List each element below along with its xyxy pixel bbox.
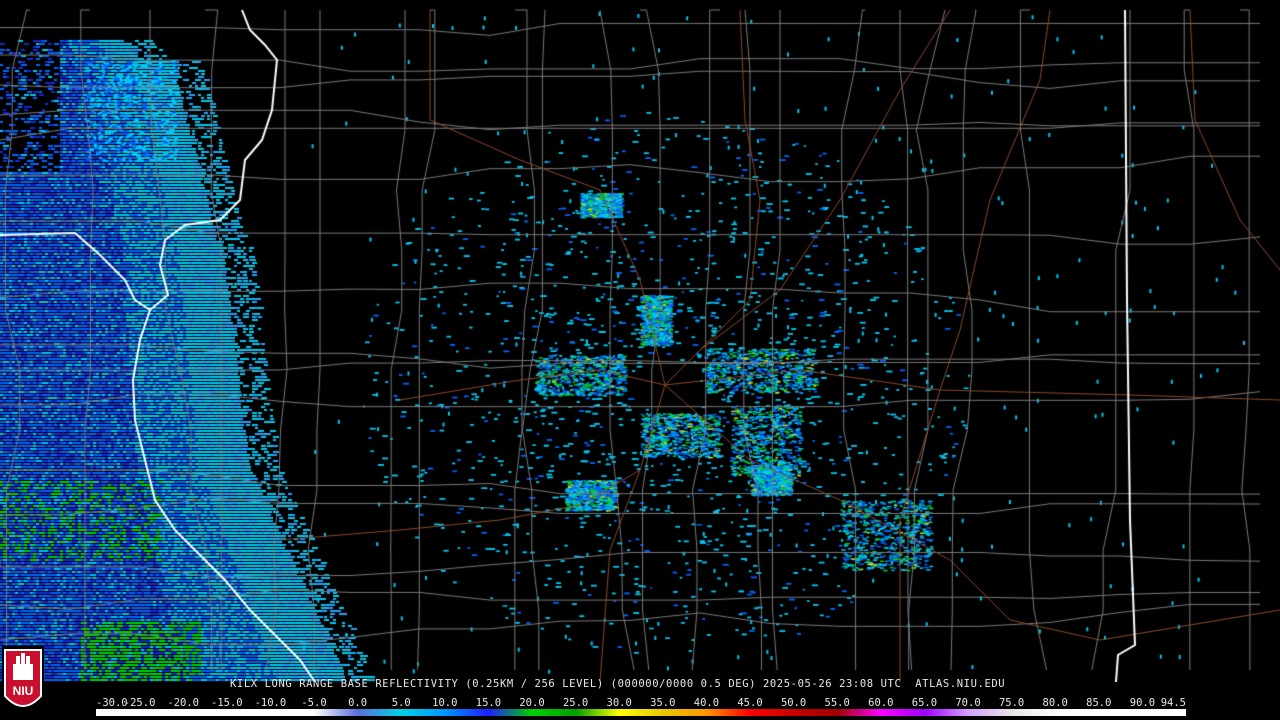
colorbar-tick: 50.0 xyxy=(780,697,807,709)
colorbar xyxy=(96,709,1186,716)
colorbar-tick: 60.0 xyxy=(868,697,894,709)
niu-logo: NIU xyxy=(2,646,44,718)
colorbar-tick: 90.0 xyxy=(1129,697,1156,709)
colorbar-tick: 5.0 xyxy=(391,697,411,709)
colorbar-tick: 20.0 xyxy=(519,697,545,709)
colorbar-tick: -10.0 xyxy=(254,697,287,709)
radar-map xyxy=(0,0,1280,682)
colorbar-tick: 80.0 xyxy=(1042,697,1068,709)
colorbar-tick: -20.0 xyxy=(167,697,199,709)
colorbar-tick: 40.0 xyxy=(693,697,720,709)
colorbar-tick-labels: -30.0 -25.0 -20.0 -15.0 -10.0 -5.0 0.0 5.0 10.0 1… xyxy=(96,697,1186,709)
colorbar-tick: -5.0 xyxy=(301,697,327,709)
colorbar-tick: 94.5 xyxy=(1160,697,1186,709)
logo-text: NIU xyxy=(13,684,34,698)
colorbar-tick: 30.0 xyxy=(606,697,632,709)
product-title: KILX LONG RANGE BASE REFLECTIVITY (0.25K… xyxy=(230,678,1006,690)
colorbar-tick: 35.0 xyxy=(650,697,676,709)
colorbar-tick: 0.0 xyxy=(348,697,368,709)
colorbar-tick: 65.0 xyxy=(911,697,938,709)
colorbar-tick: 85.0 xyxy=(1086,697,1112,709)
colorbar-tick: 15.0 xyxy=(475,697,502,709)
colorbar-tick: 25.0 xyxy=(562,697,589,709)
colorbar-tick: 10.0 xyxy=(432,697,458,709)
colorbar-tick: 55.0 xyxy=(824,697,850,709)
colorbar-tick: -15.0 xyxy=(210,697,243,709)
colorbar-tick: 45.0 xyxy=(737,697,763,709)
colorbar-tick: 75.0 xyxy=(998,697,1025,709)
colorbar-tick: 70.0 xyxy=(955,697,981,709)
colorbar-tick: -25.0 xyxy=(123,697,156,709)
